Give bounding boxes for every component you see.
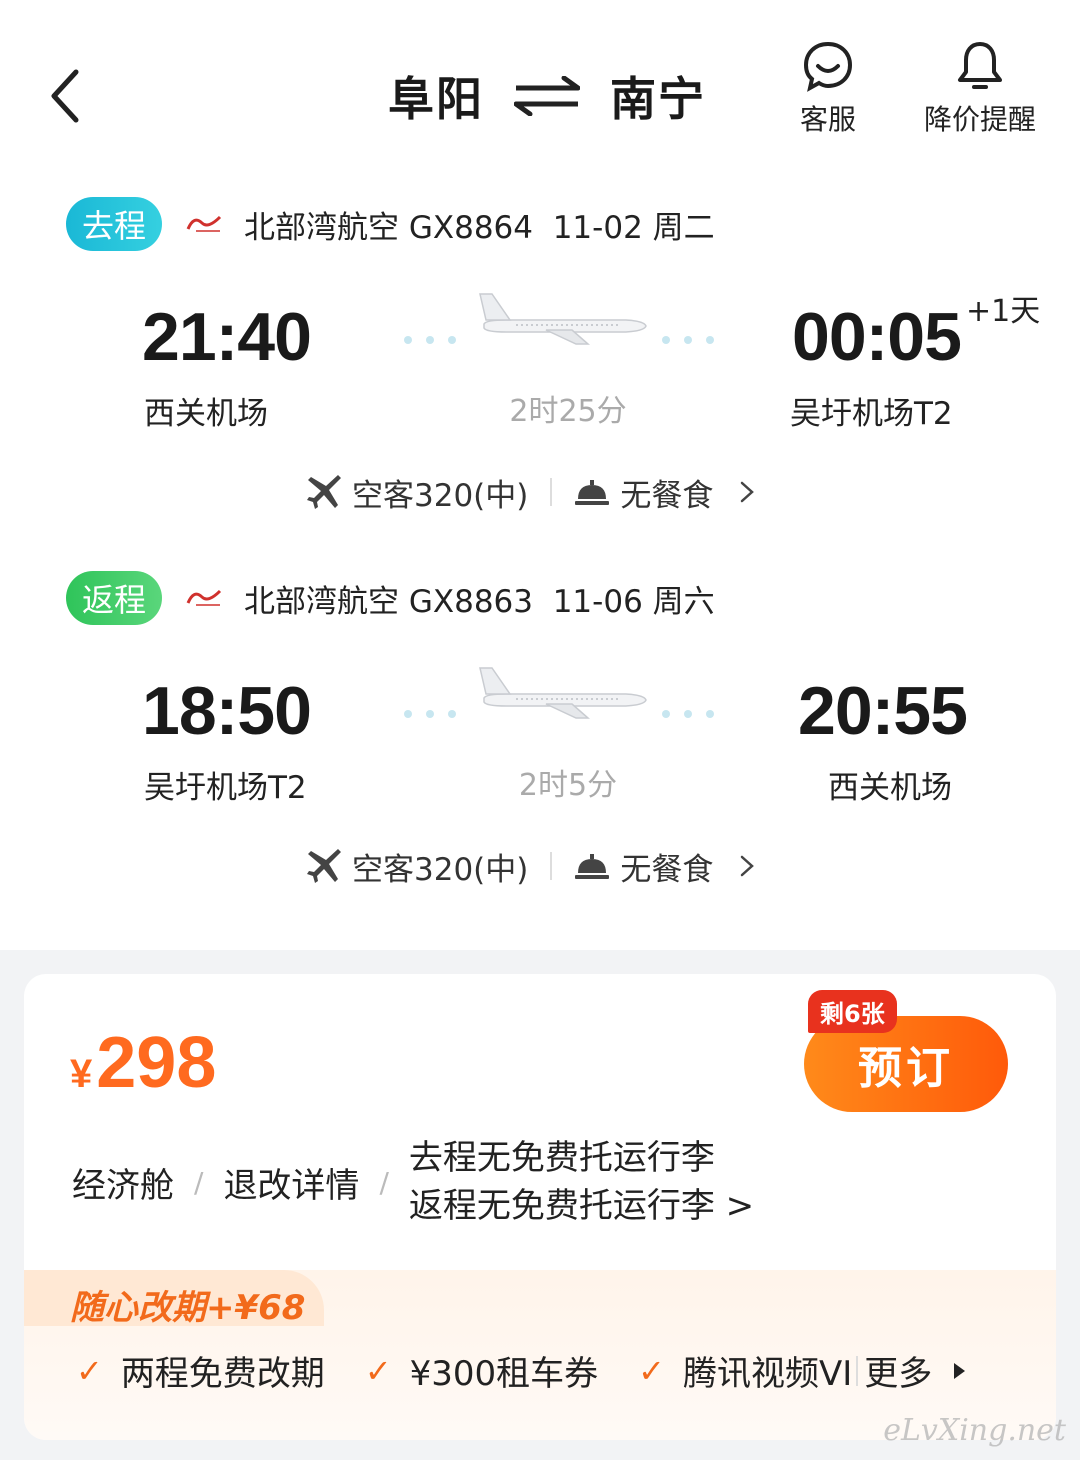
plane-small-icon <box>307 475 341 509</box>
return-badge: 返程 <box>66 571 162 625</box>
benefit-item: ✓ 腾讯视频VI <box>638 1346 852 1395</box>
check-icon: ✓ <box>638 1351 665 1390</box>
refund-change-link[interactable]: 退改详情 <box>223 1158 359 1207</box>
destination-city: 南宁 <box>610 72 706 126</box>
chevron-right-icon <box>741 481 755 503</box>
chevron-right-icon <box>741 855 755 877</box>
departure-time: 21:40 <box>142 299 312 375</box>
chevron-left-icon <box>51 69 79 123</box>
route-dots-right <box>662 336 714 344</box>
leg-header: 去程 北部湾航空 GX8864 11-02 周二 <box>66 196 715 252</box>
divider: / <box>194 1165 204 1199</box>
departure-time: 18:50 <box>142 673 312 749</box>
arrival-airport: 吴圩机场T2 <box>790 396 953 432</box>
swap-arrows-icon[interactable] <box>514 76 580 116</box>
flight-duration: 2时5分 <box>518 768 618 803</box>
price-alert-button[interactable]: 降价提醒 <box>924 40 1036 138</box>
next-day-badge: +1天 <box>966 294 1041 329</box>
more-label: 更多 <box>864 1354 933 1394</box>
caret-right-icon <box>954 1362 966 1379</box>
meal-info: 无餐食 <box>620 851 714 888</box>
arrival-airport: 西关机场 <box>828 770 952 806</box>
fare-details-row: 经济舱 / 退改详情 / 去程无免费托运行李 返程无免费托运行李 > <box>72 1134 754 1230</box>
airplane-icon <box>479 667 647 719</box>
departure-airport: 西关机场 <box>144 396 268 432</box>
more-benefits-button[interactable]: 更多 <box>856 1346 970 1395</box>
fare-price: ¥ 298 <box>70 1022 216 1104</box>
watermark: eLvXing.net <box>883 1413 1066 1448</box>
back-button[interactable] <box>44 66 94 126</box>
seats-left-badge: 剩6张 <box>808 990 897 1033</box>
benefit-list: ✓ 两程免费改期 ✓ ¥300租车券 ✓ 腾讯视频VI 更多 <box>76 1346 970 1395</box>
outbound-badge: 去程 <box>66 197 162 251</box>
benefit-label: ¥300租车券 <box>409 1354 599 1394</box>
flight-info: 北部湾航空 GX8864 11-02 周二 <box>244 209 715 246</box>
currency-symbol: ¥ <box>70 1052 93 1096</box>
benefit-item: ✓ ¥300租车券 <box>365 1346 598 1395</box>
plane-small-icon <box>307 849 341 883</box>
divider <box>856 1355 859 1386</box>
meal-info: 无餐食 <box>620 477 714 514</box>
arrival-time: 00:05 <box>792 299 962 375</box>
route-title: 阜阳 南宁 <box>388 66 706 126</box>
benefit-item: ✓ 两程免费改期 <box>76 1346 325 1395</box>
flight-details-link[interactable]: 空客320(中) 无餐食 <box>306 470 755 514</box>
flex-change-title: 随心改期+¥68 <box>70 1288 306 1328</box>
outbound-leg[interactable]: 去程 北部湾航空 GX8864 11-02 周二 21:40 西关机场 2时25… <box>0 196 1080 536</box>
airplane-icon <box>479 293 647 345</box>
top-bar: 阜阳 南宁 客服 降价提醒 <box>0 0 1080 160</box>
route-dots-left <box>404 336 456 344</box>
check-icon: ✓ <box>364 1351 392 1390</box>
arrival-time: 20:55 <box>798 673 968 749</box>
airline-logo-icon <box>186 589 222 606</box>
flight-details-link[interactable]: 空客320(中) 无餐食 <box>306 844 755 888</box>
origin-city: 阜阳 <box>388 72 484 126</box>
customer-service-button[interactable]: 客服 <box>800 40 856 138</box>
check-icon: ✓ <box>76 1351 103 1390</box>
benefit-label: 两程免费改期 <box>120 1354 325 1394</box>
fare-card: ¥ 298 剩6张 预订 经济舱 / 退改详情 / 去程无免费托运行李 返程无免… <box>24 974 1056 1440</box>
meal-cloche-icon <box>575 480 610 505</box>
flight-info: 北部湾航空 GX8863 11-06 周六 <box>244 583 715 620</box>
flight-duration: 2时25分 <box>509 394 627 429</box>
return-leg[interactable]: 返程 北部湾航空 GX8863 11-06 周六 18:50 吴圩机场T2 2时… <box>0 570 1080 910</box>
baggage-link[interactable]: 去程无免费托运行李 返程无免费托运行李 > <box>409 1134 754 1230</box>
baggage-return: 返程无免费托运行李 > <box>408 1186 755 1226</box>
price-alert-label: 降价提醒 <box>924 103 1037 136</box>
baggage-outbound: 去程无免费托运行李 <box>408 1138 715 1178</box>
route-dots-left <box>404 710 456 718</box>
departure-airport: 吴圩机场T2 <box>144 770 307 806</box>
divider <box>550 478 553 506</box>
service-label: 客服 <box>800 103 857 136</box>
route-dots-right <box>662 710 714 718</box>
aircraft-type: 空客320(中) <box>352 477 529 514</box>
aircraft-type: 空客320(中) <box>352 851 529 888</box>
price-value: 298 <box>96 1023 217 1103</box>
airline-logo-icon <box>186 215 222 232</box>
benefit-label: 腾讯视频VI <box>682 1354 853 1394</box>
chat-smile-icon <box>803 41 853 92</box>
divider: / <box>379 1165 389 1199</box>
divider <box>550 852 553 880</box>
meal-cloche-icon <box>575 854 610 879</box>
bell-icon <box>958 42 1002 89</box>
cabin-class: 经济舱 <box>72 1165 174 1206</box>
leg-header: 返程 北部湾航空 GX8863 11-06 周六 <box>66 570 715 626</box>
